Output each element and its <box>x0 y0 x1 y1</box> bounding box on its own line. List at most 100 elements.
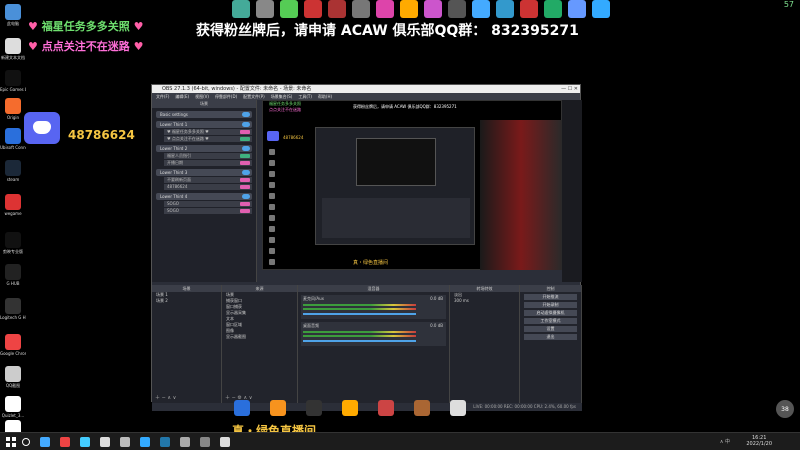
visibility-toggle[interactable] <box>242 194 250 199</box>
app-icon[interactable] <box>414 400 430 416</box>
menu-item[interactable]: 配置文件(P) <box>243 93 265 100</box>
volume-slider[interactable] <box>303 313 416 315</box>
scene-row[interactable]: Basic settings <box>156 111 252 118</box>
obs-titlebar[interactable]: OBS 27.1.3 (64-bit, windows) - 配置文件: 未命名… <box>152 85 580 93</box>
scene-sub-item[interactable]: ♥ 福星任务多多关照 ♥ <box>164 129 252 135</box>
control-button[interactable]: 设置 <box>524 326 577 332</box>
color-pill[interactable] <box>240 130 250 134</box>
app-icon[interactable] <box>448 0 466 18</box>
app-icon[interactable] <box>256 0 274 18</box>
app-icon[interactable] <box>352 0 370 18</box>
app-icon[interactable] <box>568 0 586 18</box>
search-icon[interactable] <box>22 438 30 446</box>
desktop-icon[interactable]: G HUB <box>0 264 26 286</box>
taskbar-app-icon[interactable] <box>120 437 130 447</box>
app-icon[interactable] <box>328 0 346 18</box>
color-pill[interactable] <box>240 185 250 189</box>
scene-row[interactable]: Lower Third 3 <box>156 169 252 176</box>
visibility-toggle[interactable] <box>242 146 250 151</box>
app-icon[interactable] <box>306 400 322 416</box>
desktop-icon[interactable]: steam <box>0 160 26 182</box>
desktop-icon[interactable]: wegame <box>0 194 26 216</box>
color-pill[interactable] <box>240 161 250 165</box>
volume-slider[interactable] <box>303 340 416 342</box>
start-icon[interactable] <box>6 437 16 447</box>
menu-item[interactable]: 编辑(E) <box>175 93 189 100</box>
app-icon[interactable] <box>280 0 298 18</box>
desktop-icon[interactable]: Ubisoft Connect <box>0 128 26 150</box>
taskbar-app-icon[interactable] <box>140 437 150 447</box>
taskbar-app-icon[interactable] <box>200 437 210 447</box>
source-item[interactable]: 显示器截图 <box>222 334 297 340</box>
app-icon[interactable] <box>232 0 250 18</box>
color-pill[interactable] <box>240 178 250 182</box>
desktop-icon[interactable]: 新建文本文档 <box>0 38 26 60</box>
menu-item[interactable]: 停靠部件(D) <box>215 93 237 100</box>
desktop-icon[interactable]: 剪映专业版 <box>0 232 26 254</box>
desktop-icon[interactable]: 此电脑 <box>0 4 26 26</box>
app-icon[interactable] <box>270 400 286 416</box>
app-icon[interactable] <box>424 0 442 18</box>
scene-sub-item[interactable]: 不要刷新页面 <box>164 177 252 183</box>
taskbar-app-icon[interactable] <box>40 437 50 447</box>
app-icon[interactable] <box>520 0 538 18</box>
control-button[interactable]: 工作室模式 <box>524 318 577 324</box>
menu-item[interactable]: 文件(F) <box>156 93 169 100</box>
control-button[interactable]: 开始推流 <box>524 294 577 300</box>
desktop-icon[interactable]: Origin <box>0 98 26 120</box>
menu-item[interactable]: 视图(V) <box>195 93 209 100</box>
color-pill[interactable] <box>240 154 250 158</box>
taskbar-clock[interactable]: 16:21 2022/1/20 <box>746 435 772 447</box>
visibility-toggle[interactable] <box>242 170 250 175</box>
app-icon[interactable] <box>472 0 490 18</box>
taskbar-app-icon[interactable] <box>100 437 110 447</box>
scene-sub-item[interactable]: 48786624 <box>164 184 252 190</box>
app-icon[interactable] <box>450 400 466 416</box>
app-icon[interactable] <box>400 0 418 18</box>
system-tray[interactable]: ∧ 中 <box>720 438 730 445</box>
scene-sub-item[interactable]: 开播日期 <box>164 160 252 166</box>
scene-row[interactable]: Lower Third 4 <box>156 193 252 200</box>
taskbar-app-icon[interactable] <box>60 437 70 447</box>
app-icon[interactable] <box>376 0 394 18</box>
color-pill[interactable] <box>240 202 250 206</box>
desktop-icon[interactable]: Google Chrome <box>0 334 26 356</box>
color-pill[interactable] <box>240 137 250 141</box>
taskbar-app-icon[interactable] <box>80 437 90 447</box>
scene-sub-item[interactable]: ♥ 点点关注不在迷路 ♥ <box>164 136 252 142</box>
control-button[interactable]: 退出 <box>524 334 577 340</box>
app-icon[interactable] <box>592 0 610 18</box>
app-icon[interactable] <box>342 400 358 416</box>
desktop-icon[interactable]: Quizlet_3... <box>0 396 26 418</box>
transition-duration[interactable]: 300 ms <box>450 298 519 304</box>
taskbar-app-icon[interactable] <box>220 437 230 447</box>
window-controls[interactable]: — ☐ ✕ <box>561 85 578 93</box>
desktop-icon[interactable]: QQ截图 <box>0 366 26 388</box>
obs-menubar[interactable]: 文件(F) 编辑(E) 视图(V) 停靠部件(D) 配置文件(P) 场景集合(S) 工具(T… <box>152 93 580 100</box>
menu-item[interactable]: 帮助(H) <box>318 93 332 100</box>
app-icon[interactable] <box>496 0 514 18</box>
app-icon[interactable] <box>378 400 394 416</box>
app-icon[interactable] <box>544 0 562 18</box>
color-pill[interactable] <box>240 209 250 213</box>
desktop-icon[interactable]: Epic Games Launcher <box>0 70 26 92</box>
control-button[interactable]: 开始录制 <box>524 302 577 308</box>
obs-window[interactable]: OBS 27.1.3 (64-bit, windows) - 配置文件: 未命名… <box>151 84 582 411</box>
menu-item[interactable]: 场景集合(S) <box>271 93 293 100</box>
visibility-toggle[interactable] <box>242 122 250 127</box>
app-icon[interactable] <box>304 0 322 18</box>
desktop-icon[interactable]: Logitech G HUB <box>0 298 26 320</box>
scene-sub-item[interactable]: SOGO <box>164 201 252 207</box>
scene-row[interactable]: Lower Third 2 <box>156 145 252 152</box>
scene-sub-item[interactable]: SOGO <box>164 208 252 214</box>
scenes-dock-toolbar[interactable]: ＋ − ∧ ∨ <box>155 394 176 401</box>
menu-item[interactable]: 工具(T) <box>298 93 312 100</box>
taskbar-app-icon[interactable] <box>180 437 190 447</box>
control-button[interactable]: 启动虚拟摄像机 <box>524 310 577 316</box>
taskbar-app-icon[interactable] <box>160 437 170 447</box>
app-icon[interactable] <box>234 400 250 416</box>
scene-sub-item[interactable]: 福星人员指引 <box>164 153 252 159</box>
visibility-toggle[interactable] <box>242 112 250 117</box>
scene-row[interactable]: Lower Third 1 <box>156 121 252 128</box>
scene-item[interactable]: 场景 2 <box>152 298 221 304</box>
